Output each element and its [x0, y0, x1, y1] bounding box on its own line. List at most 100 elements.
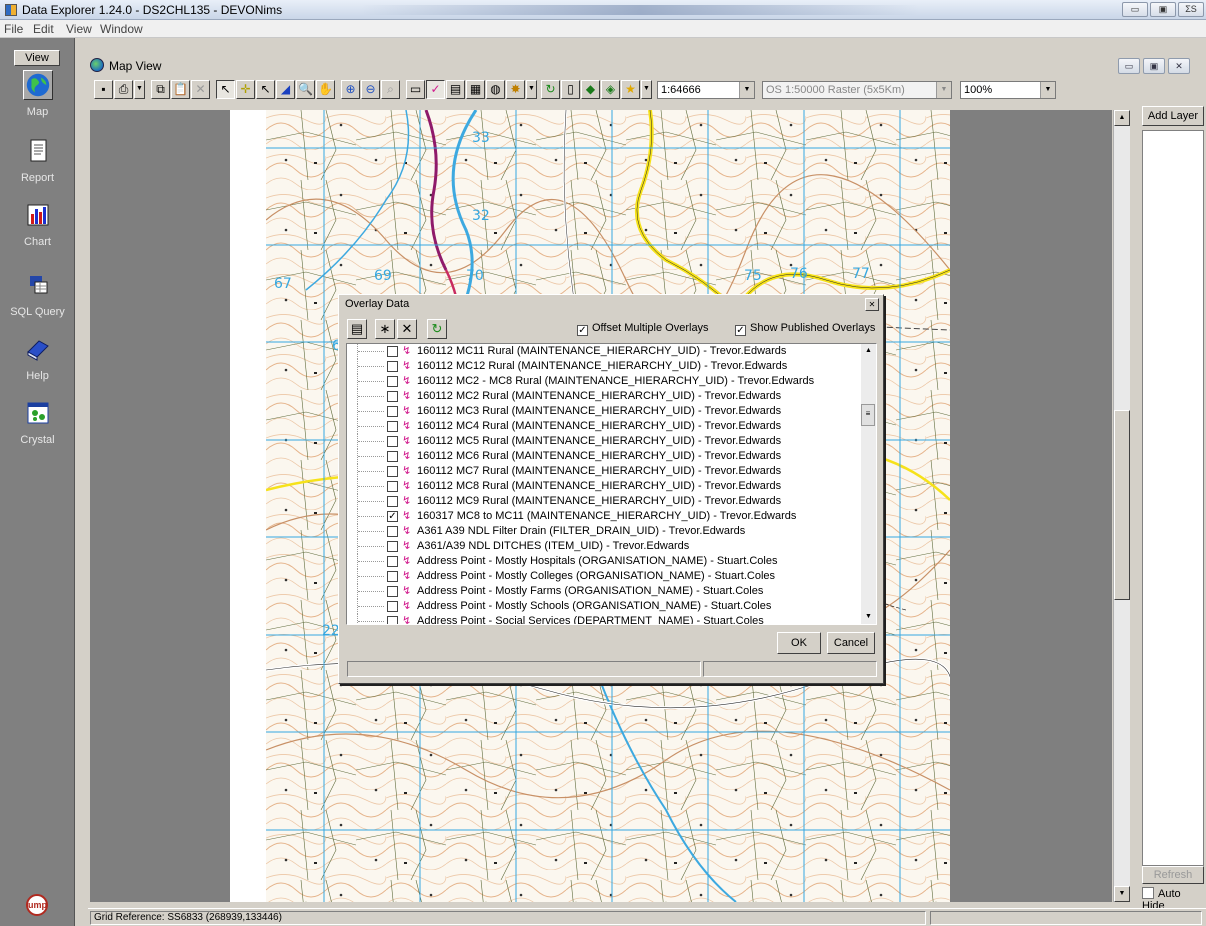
menu-window[interactable]: Window	[100, 22, 143, 36]
nav-sql-query[interactable]: SQL Query	[0, 270, 75, 318]
map-minimize-button[interactable]: ▭	[1118, 58, 1140, 74]
overlay-layer-row[interactable]: ↯ Address Point - Mostly Schools (ORGANIS…	[347, 599, 876, 614]
favourite-star-icon[interactable]: ★	[621, 80, 640, 99]
legend-icon[interactable]: ▦	[466, 80, 485, 99]
table-icon[interactable]: ▤	[446, 80, 465, 99]
select-pointer-icon[interactable]: ↖	[216, 80, 235, 99]
overlay-layer-row[interactable]: ↯ Address Point - Mostly Farms (ORGANISAT…	[347, 584, 876, 599]
nav-chart[interactable]: Chart	[0, 200, 75, 248]
overlay-layer-checkbox[interactable]	[387, 601, 398, 612]
restore-button[interactable]: ▣	[1150, 2, 1176, 17]
refresh-overlay-icon[interactable]: ↻	[427, 319, 447, 339]
view-header[interactable]: View	[14, 50, 60, 66]
overlay-layer-checkbox[interactable]	[387, 541, 398, 552]
print-icon[interactable]: ⎙	[114, 80, 133, 99]
overlay-layer-row[interactable]: ↯ A361 A39 NDL Filter Drain (FILTER_DRAIN…	[347, 524, 876, 539]
ok-button[interactable]: OK	[777, 632, 821, 654]
nav-report[interactable]: Report	[0, 136, 75, 184]
offset-multiple-checkbox[interactable]: ✓ Offset Multiple Overlays	[577, 322, 709, 336]
nav-help[interactable]: Help	[0, 334, 75, 382]
overlay-layer-checkbox[interactable]	[387, 391, 398, 402]
scale-combo[interactable]: 1:64666 ▼	[657, 81, 755, 99]
overlay-layer-checkbox[interactable]	[387, 481, 398, 492]
delete-icon[interactable]: ✕	[191, 80, 210, 99]
overlay-layer-checkbox[interactable]	[387, 526, 398, 537]
cancel-button[interactable]: Cancel	[827, 632, 875, 654]
menu-view[interactable]: View	[66, 22, 92, 36]
add-layer-button[interactable]: Add Layer	[1142, 106, 1204, 126]
zoom-previous-icon[interactable]: ⌕	[381, 80, 400, 99]
measure-icon[interactable]: ◢	[276, 80, 295, 99]
map-vertical-scrollbar[interactable]: ▲ ▼	[1113, 110, 1130, 902]
dialog-scroll-down[interactable]: ▼	[861, 610, 876, 624]
overlay-layer-checkbox[interactable]: ✓	[387, 511, 398, 522]
zoom-dropdown-arrow[interactable]: ▼	[1040, 82, 1055, 98]
overlay-layer-row[interactable]: ↯ A361/A39 NDL DITCHES (ITEM_UID) - Trevo…	[347, 539, 876, 554]
overlay-layer-checkbox[interactable]	[387, 616, 398, 624]
new-overlay-icon[interactable]: ∗	[375, 319, 395, 339]
info-pointer-icon[interactable]: ↖	[256, 80, 275, 99]
overlay-layer-checkbox[interactable]	[387, 586, 398, 597]
scale-dropdown-arrow[interactable]: ▼	[739, 82, 754, 98]
minimize-button[interactable]: ▭	[1122, 2, 1148, 17]
hand-pan-icon[interactable]: ✋	[316, 80, 335, 99]
show-published-checkmark[interactable]: ✓	[735, 325, 746, 336]
highlight-dropdown-arrow[interactable]: ▼	[526, 80, 537, 99]
highlight-icon[interactable]: ✸	[506, 80, 525, 99]
paste-icon[interactable]: 📋	[171, 80, 190, 99]
nav-map[interactable]: Map	[0, 70, 75, 118]
overlay-layer-row[interactable]: ↯ 160112 MC2 Rural (MAINTENANCE_HIERARCHY…	[347, 389, 876, 404]
show-published-checkbox[interactable]: ✓ Show Published Overlays	[735, 322, 875, 336]
overlay-layer-checkbox[interactable]	[387, 556, 398, 567]
scroll-up-arrow[interactable]: ▲	[1114, 110, 1130, 126]
overlay-properties-icon[interactable]: ▤	[347, 319, 367, 339]
overlay-layer-row[interactable]: ↯ 160112 MC4 Rural (MAINTENANCE_HIERARCHY…	[347, 419, 876, 434]
dialog-scrollbar[interactable]: ▲ ≡ ▼	[861, 344, 876, 624]
overlay-layer-checkbox[interactable]	[387, 466, 398, 477]
basemap-dropdown-arrow[interactable]: ▼	[936, 82, 951, 98]
menu-file[interactable]: File	[4, 22, 23, 36]
overlay-layer-row[interactable]: ↯ Address Point - Social Services (DEPART…	[347, 614, 876, 624]
dialog-close-button[interactable]: ✕	[865, 298, 879, 311]
overlay-layer-row[interactable]: ↯ 160112 MC7 Rural (MAINTENANCE_HIERARCHY…	[347, 464, 876, 479]
overlay-layer-row[interactable]: ↯ 160112 MC12 Rural (MAINTENANCE_HIERARCH…	[347, 359, 876, 374]
gazetteer-icon[interactable]: ◆	[581, 80, 600, 99]
nav-crystal[interactable]: Crystal	[0, 398, 75, 446]
menu-edit[interactable]: Edit	[33, 22, 54, 36]
blank-page-icon[interactable]: ▯	[561, 80, 580, 99]
overlay-layer-checkbox[interactable]	[387, 376, 398, 387]
layer-list[interactable]	[1142, 130, 1204, 866]
web-globe-icon[interactable]: ◍	[486, 80, 505, 99]
refresh-button[interactable]: Refresh	[1142, 866, 1204, 884]
zoom-in-icon[interactable]: ⊕	[341, 80, 360, 99]
overlay-layer-checkbox[interactable]	[387, 436, 398, 447]
layer-toggle-icon[interactable]: ▭	[406, 80, 425, 99]
overlay-layer-row[interactable]: ↯ 160112 MC3 Rural (MAINTENANCE_HIERARCHY…	[347, 404, 876, 419]
overlay-layer-row[interactable]: ↯ 160112 MC11 Rural (MAINTENANCE_HIERARCH…	[347, 344, 876, 359]
dialog-scroll-thumb[interactable]: ≡	[861, 404, 875, 426]
map-close-button[interactable]: ✕	[1168, 58, 1190, 74]
overlay-layer-row[interactable]: ↯ 160112 MC9 Rural (MAINTENANCE_HIERARCHY…	[347, 494, 876, 509]
overlay-layer-checkbox[interactable]	[387, 496, 398, 507]
close-window-button[interactable]: ΣS	[1178, 2, 1204, 17]
overlay-layer-checkbox[interactable]	[387, 361, 398, 372]
print-dropdown-arrow[interactable]: ▼	[134, 80, 145, 99]
copy-icon[interactable]: ⧉	[151, 80, 170, 99]
overlay-data-icon[interactable]: ✓	[426, 80, 445, 99]
save-icon[interactable]: ▪	[94, 80, 113, 99]
overlay-layer-row[interactable]: ↯ Address Point - Mostly Hospitals (ORGAN…	[347, 554, 876, 569]
pan-cross-icon[interactable]: ✛	[236, 80, 255, 99]
map-restore-button[interactable]: ▣	[1143, 58, 1165, 74]
zoom-percent-combo[interactable]: 100% ▼	[960, 81, 1056, 99]
auto-hide-checkbox-box[interactable]	[1142, 887, 1154, 899]
overlay-layer-row[interactable]: ↯ 160112 MC5 Rural (MAINTENANCE_HIERARCHY…	[347, 434, 876, 449]
overlay-layer-checkbox[interactable]	[387, 421, 398, 432]
overlay-layer-checkbox[interactable]	[387, 571, 398, 582]
overlay-layer-checkbox[interactable]	[387, 346, 398, 357]
overlay-layer-row[interactable]: ↯ Address Point - Mostly Colleges (ORGANI…	[347, 569, 876, 584]
dialog-scroll-up[interactable]: ▲	[861, 344, 876, 358]
overlay-layer-row[interactable]: ↯ 160112 MC8 Rural (MAINTENANCE_HIERARCHY…	[347, 479, 876, 494]
scroll-down-arrow[interactable]: ▼	[1114, 886, 1130, 902]
delete-overlay-icon[interactable]: ✕	[397, 319, 417, 339]
overlay-layer-row[interactable]: ✓ ↯ 160317 MC8 to MC11 (MAINTENANCE_HIERAR…	[347, 509, 876, 524]
